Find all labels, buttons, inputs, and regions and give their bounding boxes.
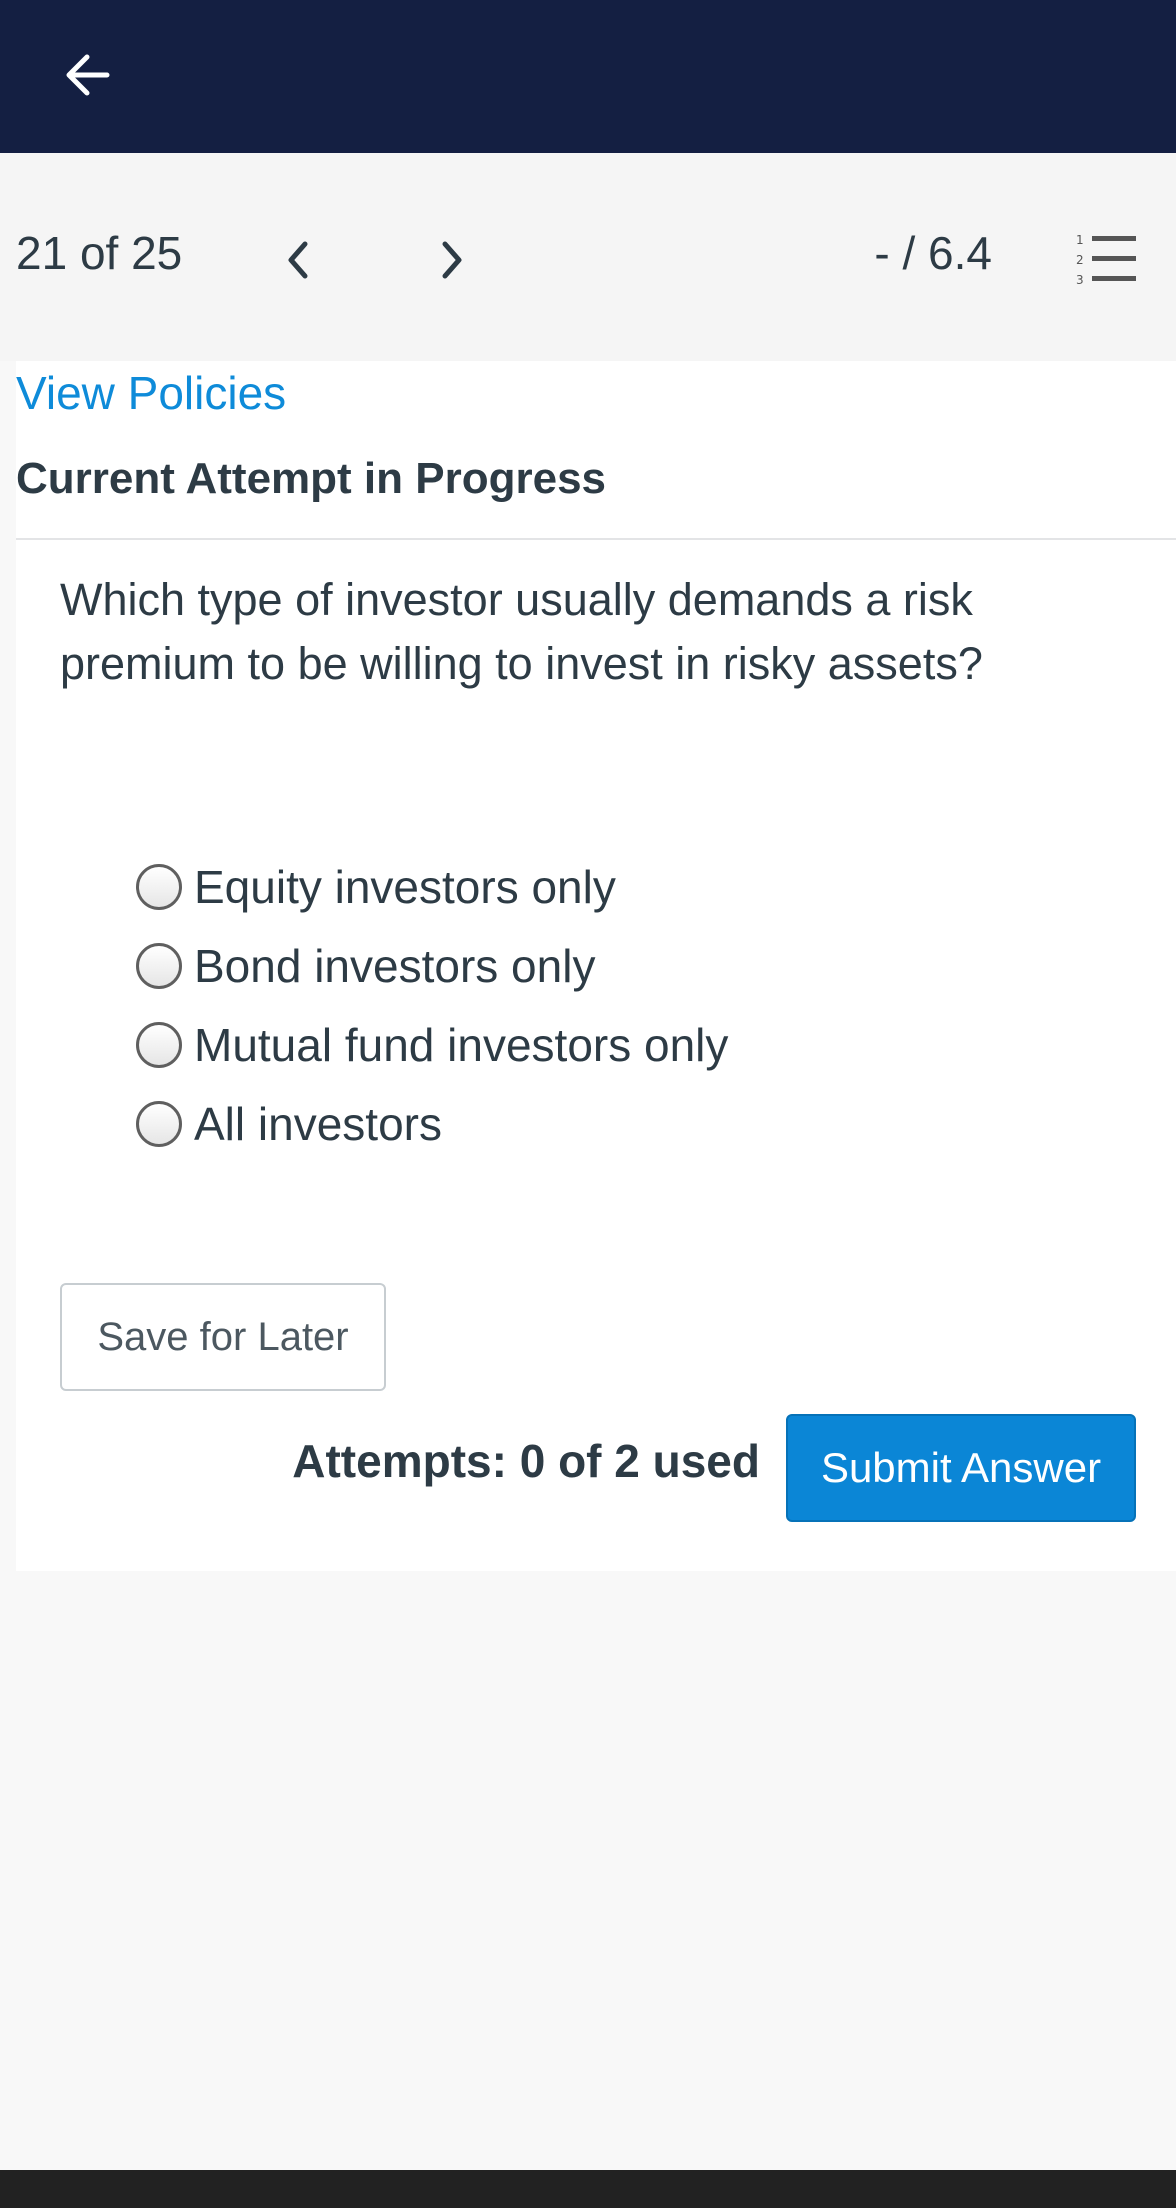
score-display: - / 6.4 — [874, 227, 992, 279]
chevron-right-icon — [442, 241, 462, 279]
radio-button[interactable] — [136, 943, 182, 989]
question-text: Which type of investor usually demands a… — [60, 574, 983, 689]
answer-option[interactable]: All investors — [136, 1094, 442, 1154]
answer-option[interactable]: Equity investors only — [136, 857, 616, 917]
back-button[interactable] — [50, 38, 124, 112]
attempts-counter: Attempts: 0 of 2 used — [292, 1435, 760, 1487]
answer-option[interactable]: Bond investors only — [136, 936, 595, 996]
question-list-button[interactable]: 1 2 3 — [1074, 232, 1138, 287]
divider — [16, 538, 1176, 540]
answer-option-label: All investors — [194, 1098, 442, 1150]
svg-text:3: 3 — [1076, 273, 1084, 286]
system-nav-bar — [0, 2170, 1176, 2208]
radio-button[interactable] — [136, 1022, 182, 1068]
answer-option-label: Bond investors only — [194, 940, 596, 992]
arrow-left-icon — [66, 54, 110, 96]
chevron-left-icon — [288, 241, 308, 279]
save-for-later-button[interactable]: Save for Later — [60, 1283, 386, 1391]
previous-question-button[interactable] — [270, 232, 326, 288]
answer-option-label: Equity investors only — [194, 861, 616, 913]
numbered-list-icon: 1 2 3 — [1076, 233, 1136, 287]
svg-text:2: 2 — [1076, 253, 1084, 267]
attempt-heading: Current Attempt in Progress — [16, 454, 607, 503]
svg-text:1: 1 — [1076, 233, 1084, 247]
answer-option-label: Mutual fund investors only — [194, 1019, 729, 1071]
next-question-button[interactable] — [424, 232, 480, 288]
question-counter: 21 of 25 — [16, 227, 183, 279]
answer-option[interactable]: Mutual fund investors only — [136, 1015, 728, 1075]
view-policies-link[interactable]: View Policies — [16, 366, 286, 420]
submit-answer-button[interactable]: Submit Answer — [786, 1414, 1136, 1522]
radio-button[interactable] — [136, 864, 182, 910]
radio-button[interactable] — [136, 1101, 182, 1147]
top-app-bar — [0, 0, 1176, 153]
